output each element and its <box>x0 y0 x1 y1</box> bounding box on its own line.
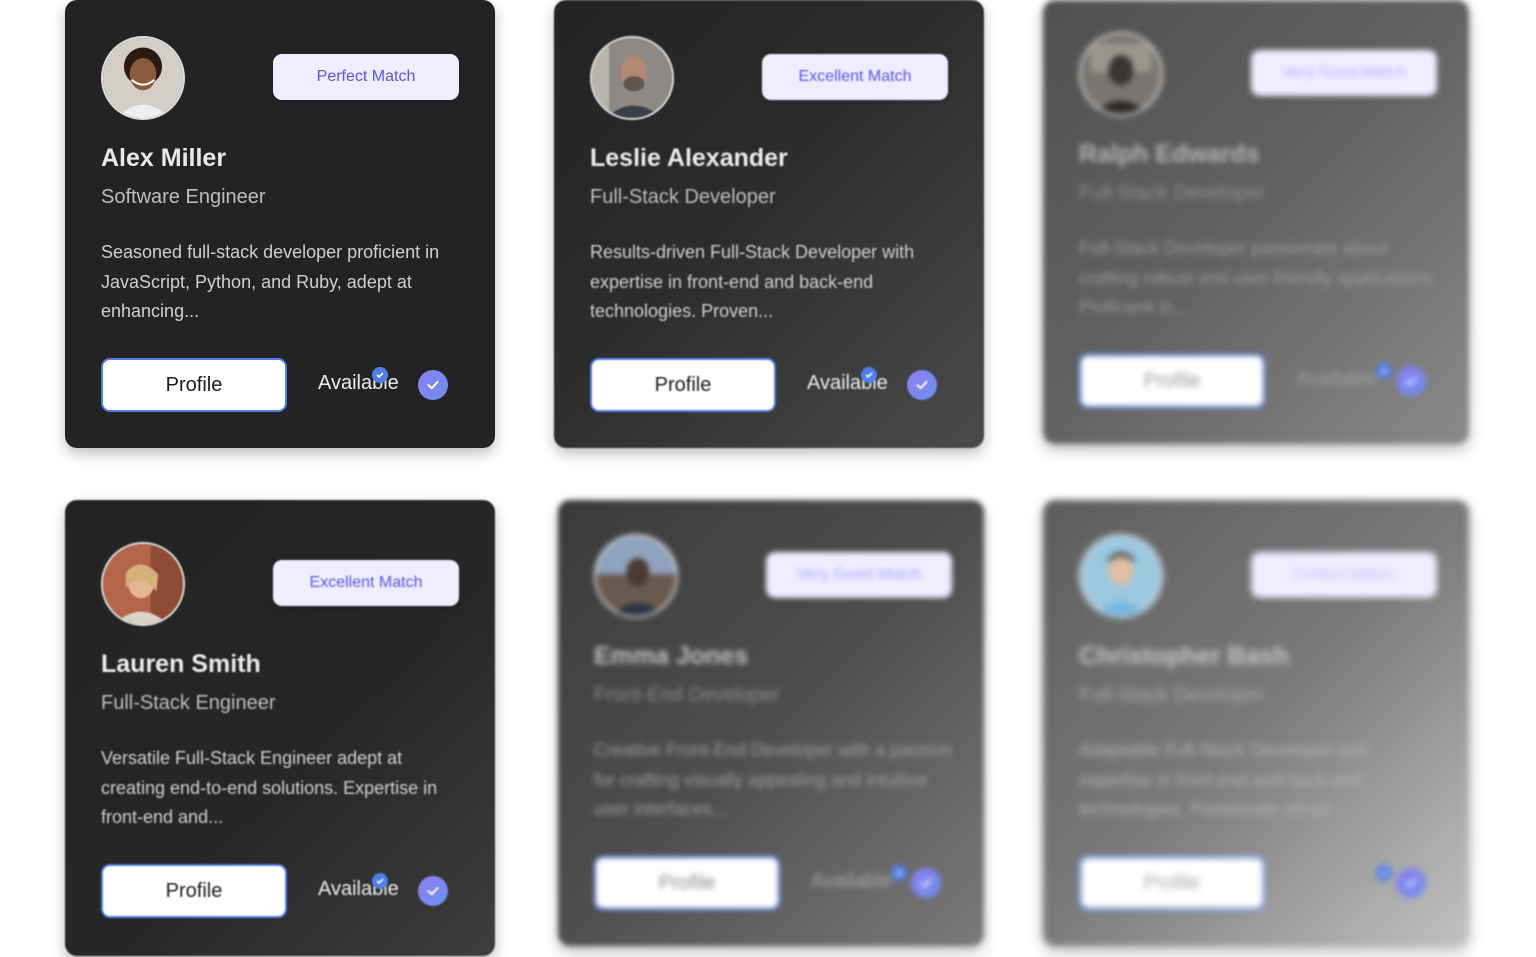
candidate-card-lauren-smith: Excellent Match Lauren Smith Full-Stack … <box>65 500 495 956</box>
availability-label: Available <box>811 870 892 892</box>
small-check-icon <box>861 367 877 383</box>
small-check-icon <box>891 865 907 881</box>
verified-check-icon <box>907 370 937 400</box>
verified-check-icon <box>418 370 448 400</box>
candidate-description: Full-Stack Developer passionate about cr… <box>1079 238 1438 317</box>
avatar <box>101 542 185 626</box>
candidate-card-alex-miller: Perfect Match Alex Miller Software Engin… <box>65 0 495 448</box>
avatar <box>1079 32 1163 116</box>
match-badge: Excellent Match <box>273 560 459 606</box>
candidate-card-leslie-alexander: Excellent Match Leslie Alexander Full-St… <box>554 0 984 448</box>
candidate-name: Ralph Edwards <box>1079 140 1260 168</box>
match-badge: Very Good Match <box>1251 50 1437 96</box>
availability-label: Available <box>1296 870 1377 892</box>
match-badge: Perfect Match <box>273 54 459 100</box>
match-badge: Perfect Match <box>1251 552 1437 598</box>
candidate-role: Full-Stack Developer <box>1079 684 1265 706</box>
candidate-card-ralph-edwards: Very Good Match Ralph Edwards Full-Stack… <box>1043 0 1469 444</box>
candidate-role: Software Engineer <box>101 186 266 208</box>
candidate-role: Front-End Developer <box>594 684 780 706</box>
small-check-icon <box>1376 363 1392 379</box>
verified-check-icon <box>1396 366 1426 396</box>
candidate-name: Christopher Bash <box>1079 642 1289 670</box>
verified-check-icon <box>911 868 941 898</box>
profile-button[interactable]: Profile <box>1079 856 1265 910</box>
verified-check-icon <box>1396 868 1426 898</box>
verified-check-icon <box>418 876 448 906</box>
candidate-grid: Perfect Match Alex Miller Software Engin… <box>0 0 1536 957</box>
candidate-role: Full-Stack Developer <box>1079 182 1265 204</box>
avatar <box>594 534 678 618</box>
profile-button[interactable]: Profile <box>101 864 287 918</box>
avatar <box>101 36 185 120</box>
candidate-name: Leslie Alexander <box>590 144 788 172</box>
candidate-name: Alex Miller <box>101 144 227 172</box>
candidate-description: Versatile Full-Stack Engineer adept at c… <box>101 748 438 827</box>
availability-label: Available <box>1296 368 1377 390</box>
candidate-role: Full-Stack Developer <box>590 186 776 208</box>
candidate-description: Seasoned full-stack developer proficient… <box>101 242 440 321</box>
candidate-card-christopher-bash: Perfect Match Christopher Bash Full-Stac… <box>1043 500 1469 946</box>
candidate-card-emma-jones: Very Good Match Emma Jones Front-End Dev… <box>558 500 984 946</box>
small-check-icon <box>1376 865 1392 881</box>
match-badge: Excellent Match <box>762 54 948 100</box>
candidate-role: Full-Stack Engineer <box>101 692 276 714</box>
profile-button[interactable]: Profile <box>1079 354 1265 408</box>
profile-button[interactable]: Profile <box>594 856 780 910</box>
small-check-icon <box>372 367 388 383</box>
candidate-description: Adaptable Full-Stack Developer with expe… <box>1079 740 1370 819</box>
candidate-description: Results-driven Full-Stack Developer with… <box>590 242 915 321</box>
small-check-icon <box>372 873 388 889</box>
avatar <box>590 36 674 120</box>
profile-button[interactable]: Profile <box>590 358 776 412</box>
candidate-name: Emma Jones <box>594 642 749 670</box>
profile-button[interactable]: Profile <box>101 358 287 412</box>
match-badge: Very Good Match <box>766 552 952 598</box>
avatar <box>1079 534 1163 618</box>
candidate-description: Creative Front-End Developer with a pass… <box>594 740 953 819</box>
candidate-name: Lauren Smith <box>101 650 261 678</box>
